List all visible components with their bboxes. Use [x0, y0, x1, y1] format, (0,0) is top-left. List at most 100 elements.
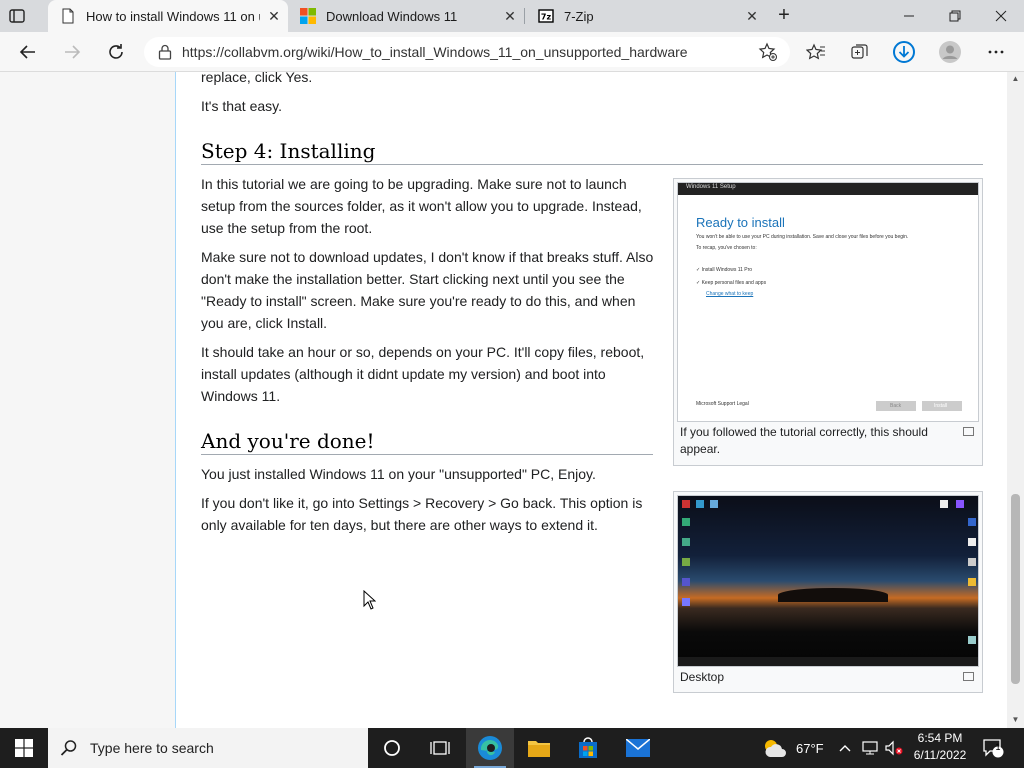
setup-back-button: Back: [876, 401, 916, 411]
search-icon: [60, 740, 77, 756]
article-content: replace, click Yes. It's that easy. Step…: [177, 72, 1007, 728]
task-view-button[interactable]: [416, 728, 464, 768]
tab-download-windows-11[interactable]: Download Windows 11 ✕: [288, 0, 524, 32]
arrow-left-icon: [19, 45, 35, 59]
address-bar[interactable]: https://collabvm.org/wiki/How_to_install…: [144, 37, 790, 67]
setup-screenshot[interactable]: Windows 11 Setup Ready to install You wo…: [677, 182, 979, 422]
notifications-button[interactable]: 1: [982, 728, 1004, 768]
text-line: In this tutorial we are going to be upgr…: [201, 176, 627, 192]
task-view-icon: [430, 741, 450, 755]
restore-button[interactable]: [932, 0, 978, 32]
tab-how-to-install[interactable]: How to install Windows 11 on unsupported…: [48, 0, 288, 32]
setup-title-bar: Windows 11 Setup: [678, 183, 978, 195]
url-text: https://collabvm.org/wiki/How_to_install…: [182, 44, 688, 60]
tab-strip: How to install Windows 11 on unsupported…: [0, 0, 1024, 32]
close-icon[interactable]: ✕: [260, 8, 288, 25]
taskbar-file-explorer[interactable]: [515, 728, 563, 768]
windows-taskbar: Type here to search 67°F 6:54 PM 6/11/20…: [0, 728, 1024, 768]
new-tab-button[interactable]: +: [772, 4, 796, 27]
text-line: Make sure not to download updates, I don…: [201, 249, 654, 265]
enlarge-icon[interactable]: [963, 427, 974, 436]
setup-install-label: Install: [934, 403, 948, 409]
desktop-app-icon: [968, 636, 976, 644]
setup-footer: Microsoft Support Legal: [696, 401, 749, 407]
back-button[interactable]: [16, 40, 40, 64]
section-heading-done: And you're done!: [201, 429, 375, 453]
start-button[interactable]: [0, 728, 48, 768]
taskbar-search-box[interactable]: Type here to search: [48, 728, 368, 768]
scrollbar-thumb[interactable]: [1011, 494, 1020, 684]
restore-icon: [949, 10, 961, 22]
favorites-button[interactable]: [804, 40, 828, 64]
forward-button[interactable]: [60, 40, 84, 64]
setup-link: Change what to keep: [706, 291, 754, 297]
setup-back-label: Back: [890, 403, 902, 409]
desktop-app-icon: [682, 558, 690, 566]
text-line: "Ready to install" screen. Make sure you…: [201, 293, 636, 309]
close-icon[interactable]: ✕: [496, 8, 524, 25]
collections-button[interactable]: [848, 40, 872, 64]
tab-separator: [524, 8, 525, 24]
folder-icon: [528, 741, 550, 757]
text-line: don't make the installation better. Star…: [201, 271, 625, 287]
settings-more-button[interactable]: [984, 40, 1008, 64]
microsoft-logo-icon: [300, 8, 316, 24]
lock-icon[interactable]: [158, 44, 172, 60]
text-line: only available for ten days, but there a…: [201, 517, 598, 533]
taskbar-edge[interactable]: [466, 728, 514, 768]
minimize-button[interactable]: [886, 0, 932, 32]
scroll-down-arrow-icon[interactable]: ▼: [1010, 715, 1021, 725]
windows-logo-icon: [15, 739, 33, 757]
taskbar-clock[interactable]: 6:54 PM 6/11/2022: [900, 730, 980, 764]
close-icon[interactable]: ✕: [738, 8, 766, 25]
desktop-app-icon: [968, 538, 976, 546]
clock-date: 6/11/2022: [913, 748, 967, 762]
desktop-screenshot[interactable]: [677, 495, 979, 667]
setup-heading: Ready to install: [696, 215, 785, 230]
desktop-app-icon: [968, 578, 976, 586]
weather-partly-cloudy-icon: [765, 740, 786, 757]
tab-title: 7-Zip: [564, 8, 594, 24]
weather-widget[interactable]: 67°F: [762, 728, 824, 768]
star-add-icon: [758, 42, 777, 61]
7zip-icon: 7z: [538, 9, 554, 23]
notification-count: 1: [995, 742, 1001, 752]
show-hidden-icons-button[interactable]: [838, 728, 852, 768]
scroll-up-arrow-icon[interactable]: ▲: [1010, 74, 1021, 84]
avatar-icon: [939, 41, 961, 63]
network-icon: [862, 741, 878, 755]
profile-button[interactable]: [938, 40, 962, 64]
text-line: install updates (although it didnt updat…: [201, 366, 606, 382]
desktop-app-icon: [682, 500, 690, 508]
desktop-app-icon: [710, 500, 718, 508]
cortana-button[interactable]: [368, 728, 416, 768]
more-icon: [988, 50, 1004, 54]
add-favorite-button[interactable]: [756, 40, 780, 64]
download-icon: [893, 41, 915, 63]
text-line: If you don't like it, go into Settings >…: [201, 495, 643, 511]
refresh-button[interactable]: [104, 40, 128, 64]
desktop-app-icon: [696, 500, 704, 508]
mail-icon: [626, 739, 650, 757]
network-button[interactable]: [862, 728, 880, 768]
enlarge-icon[interactable]: [963, 672, 974, 681]
desktop-taskbar: [678, 657, 978, 666]
close-window-button[interactable]: [978, 0, 1024, 32]
figure-caption: If you followed the tutorial correctly, …: [680, 424, 928, 458]
taskbar-store[interactable]: [564, 728, 612, 768]
setup-item: ✓ Keep personal files and apps: [696, 280, 767, 286]
tab-7zip[interactable]: 7z 7-Zip ✕: [526, 0, 766, 32]
taskbar-mail[interactable]: [614, 728, 662, 768]
section-heading-step-4: Step 4: Installing: [201, 139, 376, 163]
paragraph: In this tutorial we are going to be upgr…: [201, 173, 642, 239]
browser-toolbar: https://collabvm.org/wiki/How_to_install…: [0, 32, 1024, 72]
caption-line: If you followed the tutorial correctly, …: [680, 425, 928, 439]
clock-time: 6:54 PM: [917, 731, 963, 745]
heading-rule: [201, 454, 653, 455]
tab-actions-icon[interactable]: [8, 7, 26, 25]
desktop-app-icon: [968, 518, 976, 526]
paragraph: It's that easy.: [201, 98, 283, 114]
edge-icon: [478, 736, 502, 760]
downloads-button[interactable]: [892, 40, 916, 64]
page-scrollbar[interactable]: ▲ ▼: [1007, 72, 1024, 728]
